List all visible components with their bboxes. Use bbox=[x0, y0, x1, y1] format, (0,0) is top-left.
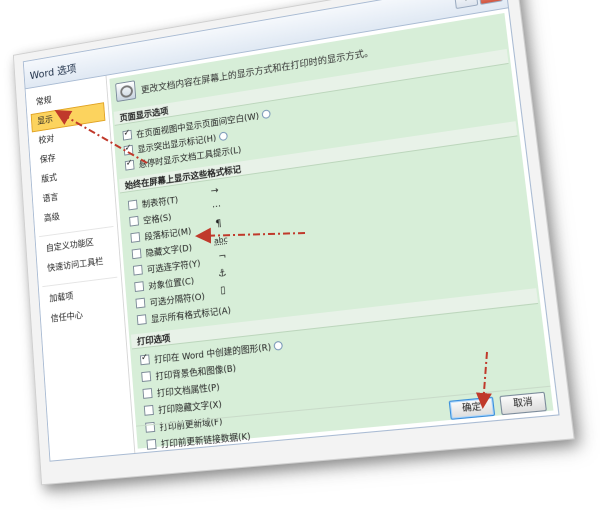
checkbox-optional-breaks[interactable] bbox=[135, 298, 145, 309]
checkbox-print-background[interactable] bbox=[141, 371, 151, 382]
option-label: 制表符(T) bbox=[141, 192, 178, 210]
space-mark-symbol: ··· bbox=[212, 201, 222, 213]
checkbox-show-whitespace[interactable] bbox=[122, 130, 132, 141]
option-label: 打印隐藏文字(X) bbox=[158, 397, 223, 416]
checkbox-show-highlighter[interactable] bbox=[124, 145, 134, 156]
checkbox-optional-hyphens[interactable] bbox=[133, 265, 143, 276]
hyphen-mark-symbol: ¬ bbox=[218, 251, 227, 263]
window-title: Word 选项 bbox=[29, 60, 77, 82]
option-label: 隐藏文字(D) bbox=[145, 240, 192, 259]
checkbox-show-all-marks[interactable] bbox=[137, 314, 147, 325]
page-display-title: 页面显示选项 bbox=[119, 104, 169, 124]
option-tab-characters[interactable]: 制表符(T) bbox=[128, 192, 179, 212]
word-options-photo: Word 选项 ? ✕ 常规 显示 校对 保存 版式 语言 高级 自定义功能区 … bbox=[13, 0, 575, 485]
tab-mark-symbol: → bbox=[210, 185, 219, 197]
checkbox-print-hidden-text[interactable] bbox=[144, 405, 154, 416]
screenshot-stage: Word 选项 ? ✕ 常规 显示 校对 保存 版式 语言 高级 自定义功能区 … bbox=[0, 0, 600, 510]
paragraph-mark-symbol: ¶ bbox=[215, 218, 222, 230]
monitor-icon bbox=[115, 80, 136, 102]
checkbox-paragraph-marks[interactable] bbox=[130, 232, 140, 243]
checkbox-hidden-text[interactable] bbox=[132, 248, 142, 259]
checkbox-print-properties[interactable] bbox=[143, 388, 153, 399]
option-label: 对象位置(C) bbox=[148, 273, 195, 291]
cancel-button[interactable]: 取消 bbox=[499, 392, 547, 416]
checkbox-object-anchors[interactable] bbox=[134, 281, 144, 292]
window-controls: ? ✕ bbox=[454, 0, 503, 9]
display-panel: 更改文档内容在屏幕上的显示方式和在打印时的显示方式。 页面显示选项 在页面视图中… bbox=[109, 13, 553, 449]
options-dialog: 常规 显示 校对 保存 版式 语言 高级 自定义功能区 快速访问工具栏 加载项 … bbox=[25, 7, 560, 462]
option-label: 空格(S) bbox=[143, 210, 172, 226]
hidden-text-symbol: abc bbox=[214, 235, 228, 246]
checkbox-print-drawings[interactable] bbox=[140, 354, 150, 365]
checkbox-show-tooltips[interactable] bbox=[125, 160, 135, 171]
anchor-icon: ⚓ bbox=[218, 268, 227, 280]
checkbox-tab-characters[interactable] bbox=[128, 200, 138, 211]
close-button[interactable]: ✕ bbox=[478, 0, 503, 5]
checkbox-spaces[interactable] bbox=[129, 216, 139, 227]
info-icon bbox=[274, 340, 284, 350]
ok-button[interactable]: 确定 bbox=[449, 397, 496, 420]
info-icon bbox=[219, 131, 228, 141]
info-icon bbox=[261, 109, 270, 119]
print-options-title: 打印选项 bbox=[136, 331, 170, 348]
break-mark-symbol: ▯ bbox=[220, 285, 226, 296]
help-button[interactable]: ? bbox=[454, 0, 478, 9]
